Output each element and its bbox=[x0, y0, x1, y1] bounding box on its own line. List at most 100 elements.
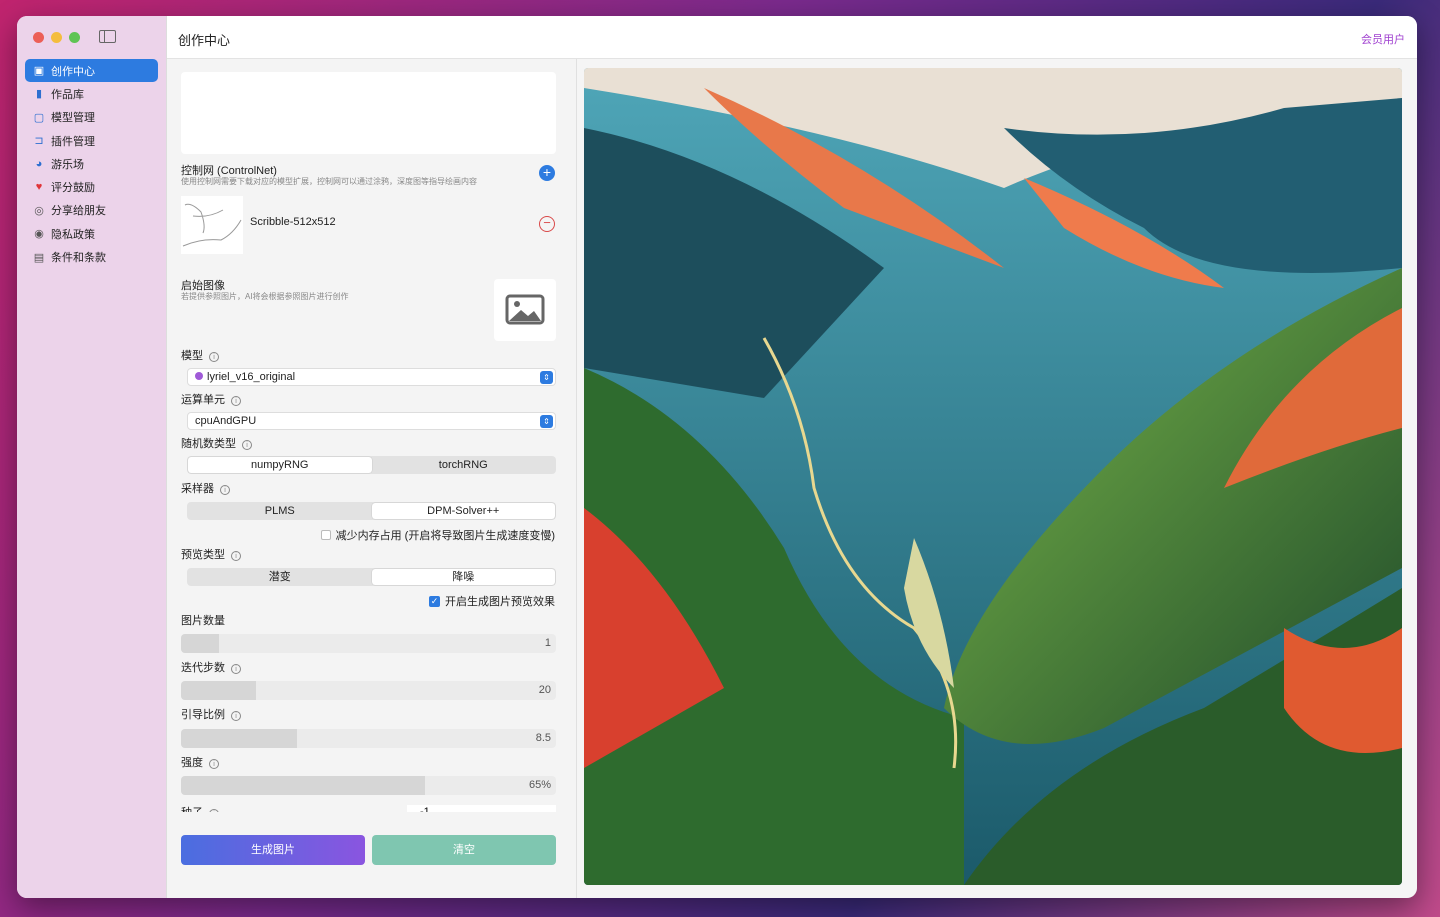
slider-value: 20 bbox=[538, 684, 551, 696]
info-icon[interactable]: i bbox=[209, 809, 219, 812]
remove-controlnet-button[interactable]: − bbox=[539, 216, 555, 232]
sidebar-toggle-icon[interactable] bbox=[99, 30, 116, 43]
preview-option-latent[interactable]: 潜变 bbox=[188, 569, 372, 585]
preview-type-segmented: 潜变 降噪 bbox=[187, 568, 556, 586]
info-icon[interactable]: i bbox=[231, 396, 241, 406]
compute-unit-value: cpuAndGPU bbox=[195, 415, 257, 427]
seed-value: -1 bbox=[420, 806, 430, 812]
guidance-label: 引导比例 i bbox=[181, 706, 241, 722]
settings-panel: 控制网 (ControlNet) 使用控制网需要下载对应的模型扩展，控制网可以通… bbox=[167, 59, 577, 898]
strength-label-text: 强度 bbox=[181, 757, 203, 769]
seed-label: 种子 i bbox=[181, 804, 219, 812]
slider-fill bbox=[181, 776, 425, 795]
model-label: 模型 i bbox=[181, 347, 219, 363]
steps-label: 迭代步数 i bbox=[181, 659, 241, 675]
window-controls bbox=[33, 32, 80, 43]
sidebar-item-models[interactable]: ▢ 模型管理 bbox=[25, 106, 158, 129]
photo-stack-icon: ▣ bbox=[33, 65, 45, 78]
palette-icon: ◕ bbox=[35, 157, 43, 170]
reduce-memory-checkbox[interactable] bbox=[320, 530, 331, 540]
rng-option-numpy[interactable]: numpyRNG bbox=[188, 457, 372, 473]
zoom-button[interactable] bbox=[69, 32, 80, 43]
info-icon[interactable]: i bbox=[220, 485, 230, 495]
slider-value: 65% bbox=[528, 779, 551, 791]
slider-fill bbox=[181, 634, 219, 653]
sidebar-nav: ▣ 创作中心 ▮ 作品库 ▢ 模型管理 ⊐ 插件管理 ◕ 游乐场 ♥ 评分鼓励 ◎ 分享给朋友… bbox=[25, 59, 158, 269]
minimize-button[interactable] bbox=[51, 32, 62, 43]
user-badge[interactable]: 会员用户 bbox=[1361, 31, 1405, 47]
rng-segmented: numpyRNG torchRNG bbox=[187, 456, 556, 474]
app-window: ▣ 创作中心 ▮ 作品库 ▢ 模型管理 ⊐ 插件管理 ◕ 游乐场 ♥ 评分鼓励 ◎ 分享给朋友… bbox=[17, 16, 1417, 898]
sidebar-item-label: 条件和条款 bbox=[51, 252, 106, 265]
init-image-description: 若提供参照图片，AI将会根据参照图片进行创作 bbox=[181, 292, 349, 301]
generate-button[interactable]: 生成图片 bbox=[181, 835, 365, 865]
info-icon[interactable]: i bbox=[242, 440, 252, 450]
sidebar-item-privacy[interactable]: ◉ 隐私政策 bbox=[25, 222, 158, 245]
sidebar-item-label: 作品库 bbox=[51, 88, 84, 101]
sampler-option-plms[interactable]: PLMS bbox=[188, 503, 372, 519]
controlnet-description: 使用控制网需要下载对应的模型扩展，控制网可以通过涂鸦，深度图等指导绘画内容 bbox=[181, 177, 477, 186]
sidebar-item-label: 插件管理 bbox=[51, 135, 95, 148]
guidance-label-text: 引导比例 bbox=[181, 709, 225, 721]
sampler-label-text: 采样器 bbox=[181, 483, 214, 495]
strength-label: 强度 i bbox=[181, 754, 219, 770]
prompt-input[interactable] bbox=[181, 72, 556, 154]
sidebar-item-label: 隐私政策 bbox=[51, 228, 95, 241]
add-controlnet-button[interactable]: + bbox=[539, 165, 555, 181]
steps-slider[interactable]: 20 bbox=[181, 681, 556, 700]
info-icon[interactable]: i bbox=[231, 711, 241, 721]
sidebar-item-plugins[interactable]: ⊐ 插件管理 bbox=[25, 129, 158, 152]
model-dot-icon bbox=[195, 372, 203, 380]
info-icon[interactable]: i bbox=[209, 759, 219, 769]
sidebar-item-label: 游乐场 bbox=[51, 158, 84, 171]
sampler-option-dpm[interactable]: DPM-Solver++ bbox=[371, 503, 555, 519]
strength-slider[interactable]: 65% bbox=[181, 776, 556, 795]
chevron-updown-icon: ⇕ bbox=[540, 371, 553, 384]
sidebar-item-terms[interactable]: ▤ 条件和条款 bbox=[25, 245, 158, 268]
rng-option-torch[interactable]: torchRNG bbox=[372, 457, 556, 473]
slider-value: 8.5 bbox=[535, 732, 551, 744]
sidebar-item-create[interactable]: ▣ 创作中心 bbox=[25, 59, 158, 83]
info-icon[interactable]: i bbox=[231, 664, 241, 674]
sidebar-item-rate[interactable]: ♥ 评分鼓励 bbox=[25, 175, 158, 198]
generated-image bbox=[584, 68, 1402, 885]
sidebar-item-label: 分享给朋友 bbox=[51, 205, 106, 218]
sidebar-item-share[interactable]: ◎ 分享给朋友 bbox=[25, 199, 158, 222]
shield-icon: ◉ bbox=[34, 228, 44, 241]
image-count-slider[interactable]: 1 bbox=[181, 634, 556, 653]
sidebar-item-label: 模型管理 bbox=[51, 112, 95, 125]
init-image-picker[interactable] bbox=[494, 279, 556, 341]
document-icon: ▤ bbox=[33, 251, 45, 264]
seed-input[interactable]: -1 bbox=[407, 805, 556, 812]
preview-option-denoise[interactable]: 降噪 bbox=[371, 569, 555, 585]
sidebar-item-label: 评分鼓励 bbox=[51, 182, 95, 195]
close-button[interactable] bbox=[33, 32, 44, 43]
landscape-image bbox=[584, 68, 1402, 885]
info-icon[interactable]: i bbox=[231, 551, 241, 561]
rng-label: 随机数类型 i bbox=[181, 435, 252, 451]
guidance-slider[interactable]: 8.5 bbox=[181, 729, 556, 748]
sampler-segmented: PLMS DPM-Solver++ bbox=[187, 502, 556, 520]
seed-label-text: 种子 bbox=[181, 807, 203, 812]
preview-enable-checkbox[interactable]: ✓ bbox=[429, 595, 440, 607]
info-icon[interactable]: i bbox=[209, 352, 219, 362]
model-value: lyriel_v16_original bbox=[207, 371, 296, 383]
clear-button[interactable]: 清空 bbox=[372, 835, 556, 865]
photo-icon bbox=[505, 294, 545, 325]
share-icon: ◎ bbox=[34, 204, 44, 217]
sidebar: ▣ 创作中心 ▮ 作品库 ▢ 模型管理 ⊐ 插件管理 ◕ 游乐场 ♥ 评分鼓励 ◎ 分享给朋友… bbox=[17, 16, 167, 898]
rng-label-text: 随机数类型 bbox=[181, 438, 236, 450]
reduce-memory-row: 减少内存占用 (开启将导致图片生成速度变慢) bbox=[320, 527, 555, 543]
chevron-updown-icon: ⇕ bbox=[540, 415, 553, 428]
slider-fill bbox=[181, 729, 298, 748]
model-select[interactable]: lyriel_v16_original ⇕ bbox=[187, 368, 556, 386]
scribble-icon bbox=[182, 203, 242, 247]
plugin-icon: ⊐ bbox=[34, 135, 44, 148]
page-title: 创作中心 bbox=[178, 33, 231, 48]
sidebar-item-playground[interactable]: ◕ 游乐场 bbox=[25, 152, 158, 175]
preview-type-label: 预览类型 i bbox=[181, 546, 241, 562]
compute-unit-select[interactable]: cpuAndGPU ⇕ bbox=[187, 412, 556, 430]
preview-enable-label: 开启生成图片预览效果 bbox=[445, 596, 555, 608]
sidebar-item-library[interactable]: ▮ 作品库 bbox=[25, 82, 158, 105]
sidebar-item-label: 创作中心 bbox=[51, 65, 95, 78]
